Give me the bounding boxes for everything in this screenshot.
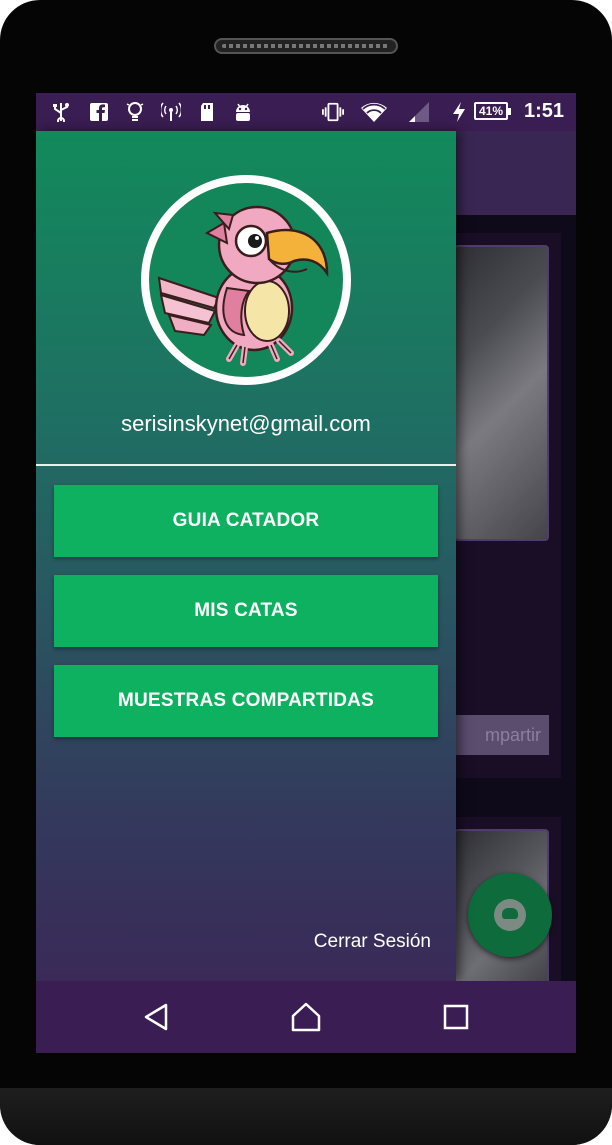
status-bar: 41% 1:51 — [36, 93, 576, 131]
usb-icon — [50, 101, 72, 123]
recents-icon[interactable] — [436, 999, 476, 1035]
share-button-label: mpartir — [484, 725, 541, 745]
sample-card-image — [454, 245, 549, 541]
muestras-compartidas-button[interactable]: MUESTRAS COMPARTIDAS — [54, 665, 438, 737]
phone-bottom-bezel — [0, 1088, 612, 1145]
navigation-drawer: serisinskynet@gmail.com GUIA CATADOR MIS… — [36, 131, 456, 981]
facebook-icon — [88, 101, 110, 123]
charging-icon — [448, 101, 470, 123]
wifi-icon — [360, 101, 388, 123]
parrot-icon — [157, 205, 329, 366]
phone-frame: mpartir 41% 1:51 serisinskynet@gmail.com… — [0, 0, 612, 1145]
hotspot-icon — [160, 101, 182, 123]
user-email: serisinskynet@gmail.com — [121, 411, 371, 436]
cloud-icon — [494, 899, 526, 931]
battery-indicator: 41% — [474, 102, 511, 120]
share-button[interactable]: mpartir — [454, 715, 549, 755]
back-icon[interactable] — [136, 999, 176, 1035]
storage-icon — [196, 101, 218, 123]
device-screen: mpartir 41% 1:51 serisinskynet@gmail.com… — [36, 93, 576, 1053]
avatar[interactable] — [141, 175, 351, 385]
logout-link[interactable]: Cerrar Sesión — [314, 931, 431, 953]
clock: 1:51 — [523, 100, 564, 122]
android-icon — [232, 101, 254, 123]
mis-catas-button[interactable]: MIS CATAS — [54, 575, 438, 647]
cell-signal-icon — [406, 101, 432, 123]
lightbulb-icon — [124, 101, 146, 123]
navigation-bar — [36, 981, 576, 1053]
home-icon[interactable] — [286, 999, 326, 1035]
vibrate-icon — [322, 101, 344, 123]
cloud-fab-button[interactable] — [468, 873, 552, 957]
guia-catador-button[interactable]: GUIA CATADOR — [54, 485, 438, 557]
header-divider — [36, 464, 456, 466]
speaker-grille — [214, 38, 398, 54]
